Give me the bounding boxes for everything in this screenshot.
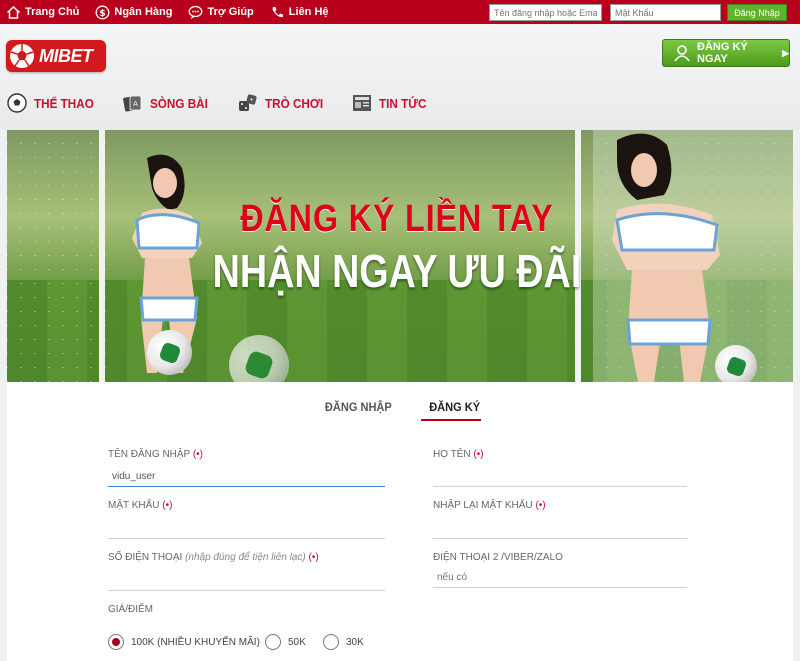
phone2-input[interactable]	[433, 568, 687, 588]
required-mark: (•)	[192, 449, 204, 460]
nav-label-news: TIN TỨC	[379, 95, 427, 111]
topnav-contact-label: Liên Hệ	[288, 6, 329, 18]
home-icon	[6, 5, 21, 20]
login-password-input[interactable]	[610, 4, 721, 21]
phone-label: SỐ ĐIỆN THOẠI (nhập đúng để tiện liên lạ…	[108, 552, 319, 563]
price-option-50k[interactable]: 50K	[265, 634, 306, 650]
topnav-home-label: Trang Chủ	[25, 6, 80, 18]
username-input[interactable]	[108, 467, 385, 487]
username-label-text: TÊN ĐĂNG NHẬP	[108, 449, 191, 460]
nav-label-games: TRÒ CHƠI	[264, 95, 323, 111]
top-nav: Trang Chủ $ Ngân Hàng Trợ Giúp Liên Hệ	[6, 0, 345, 24]
topnav-home[interactable]: Trang Chủ	[6, 5, 79, 20]
mibet-logo[interactable]: MIBET	[6, 40, 106, 72]
nav-item-casino[interactable]: A SÒNG BÀI	[122, 92, 214, 114]
password-label: MẬT KHẨU (•)	[108, 500, 172, 511]
password-confirm-input[interactable]	[433, 519, 687, 539]
topnav-bank[interactable]: $ Ngân Hàng	[95, 5, 172, 20]
required-mark: (•)	[473, 449, 484, 460]
tab-register-underline	[421, 419, 481, 421]
required-mark: (•)	[162, 500, 173, 511]
login-button[interactable]: Đăng Nhập	[727, 4, 787, 21]
banner-subheadline: NHẬN NGAY ƯU ĐÃI	[212, 245, 582, 297]
login-username-input[interactable]	[489, 4, 602, 21]
price-label: GIÁ/ĐIỂM	[108, 604, 154, 615]
username-label: TÊN ĐĂNG NHẬP (•)	[108, 449, 203, 460]
soccer-ball-icon	[6, 92, 28, 114]
svg-text:A: A	[134, 100, 139, 108]
auth-panel: ĐĂNG NHẬP ĐĂNG KÝ TÊN ĐĂNG NHẬP (•) HỌ T…	[7, 382, 793, 661]
price-option-100k[interactable]: 100K (NHIỀU KHUYẾN MÃI)	[108, 634, 260, 650]
main-nav: THỂ THAO A SÒNG BÀI TRÒ CHƠI TIN TỨC	[6, 92, 454, 114]
header: MIBET ĐĂNG KÝ NGAY ▶ THỂ THAO A SÒNG BÀI…	[0, 24, 800, 130]
cards-icon: A	[122, 92, 144, 114]
topnav-contact[interactable]: Liên Hệ	[270, 5, 329, 20]
nav-label-casino: SÒNG BÀI	[150, 95, 209, 111]
price-option-label: 100K (NHIỀU KHUYẾN MÃI)	[131, 636, 260, 648]
topnav-help-label: Trợ Giúp	[207, 6, 254, 18]
password-input[interactable]	[108, 519, 385, 539]
arrow-right-icon: ▶	[782, 47, 789, 58]
banner-model-right	[612, 133, 720, 382]
register-now-button[interactable]: ĐĂNG KÝ NGAY ▶	[662, 39, 790, 67]
logo-text: MIBET	[39, 45, 93, 66]
phone-icon	[270, 5, 285, 20]
phone-hint: (nhập đúng để tiện liên lạc)	[185, 552, 306, 563]
nav-item-games[interactable]: TRÒ CHƠI	[237, 92, 330, 114]
dollar-icon: $	[95, 5, 110, 20]
phone2-label: ĐIỆN THOẠI 2 /VIBER/ZALO	[433, 552, 563, 563]
tab-register[interactable]: ĐĂNG KÝ	[429, 400, 480, 414]
radio-button[interactable]	[323, 634, 339, 650]
user-icon	[673, 44, 691, 62]
banner-goal-post-left	[99, 130, 105, 382]
logo-ball-icon	[7, 41, 37, 71]
banner-ball-right	[715, 345, 757, 382]
tab-login[interactable]: ĐĂNG NHẬP	[325, 400, 392, 414]
password-confirm-label: NHẬP LẠI MẬT KHẨU (•)	[433, 500, 546, 511]
required-mark: (•)	[308, 552, 319, 563]
radio-button[interactable]	[108, 634, 124, 650]
fullname-label-text: HỌ TÊN	[433, 449, 471, 460]
required-mark: (•)	[535, 500, 546, 511]
nav-label-sports: THỂ THAO	[34, 95, 94, 111]
newspaper-icon	[351, 92, 373, 114]
register-now-label: ĐĂNG KÝ NGAY	[697, 41, 748, 65]
password-label-text: MẬT KHẨU	[108, 500, 160, 511]
topnav-help[interactable]: Trợ Giúp	[188, 5, 254, 20]
radio-button[interactable]	[265, 634, 281, 650]
price-option-label: 50K	[288, 636, 306, 648]
banner-headline: ĐĂNG KÝ LIỀN TAY	[240, 198, 554, 240]
nav-item-sports[interactable]: THỂ THAO	[6, 92, 100, 114]
nav-item-news[interactable]: TIN TỨC	[351, 92, 432, 114]
promo-banner[interactable]: ĐĂNG KÝ LIỀN TAY NHẬN NGAY ƯU ĐÃI	[7, 130, 793, 382]
topnav-bank-label: Ngân Hàng	[114, 6, 173, 18]
phone-label-text: SỐ ĐIỆN THOẠI	[108, 552, 183, 563]
dice-icon	[237, 92, 259, 114]
banner-ball-left	[147, 330, 192, 375]
svg-text:$: $	[100, 9, 106, 19]
price-option-label: 30K	[346, 636, 364, 648]
fullname-label: HỌ TÊN (•)	[433, 449, 484, 460]
top-bar: Trang Chủ $ Ngân Hàng Trợ Giúp Liên Hệ Đ…	[0, 0, 800, 24]
chat-help-icon	[188, 5, 203, 20]
price-option-30k[interactable]: 30K	[323, 634, 364, 650]
password-confirm-label-text: NHẬP LẠI MẬT KHẨU	[433, 500, 533, 511]
phone-input[interactable]	[108, 571, 385, 591]
fullname-input[interactable]	[433, 467, 687, 487]
